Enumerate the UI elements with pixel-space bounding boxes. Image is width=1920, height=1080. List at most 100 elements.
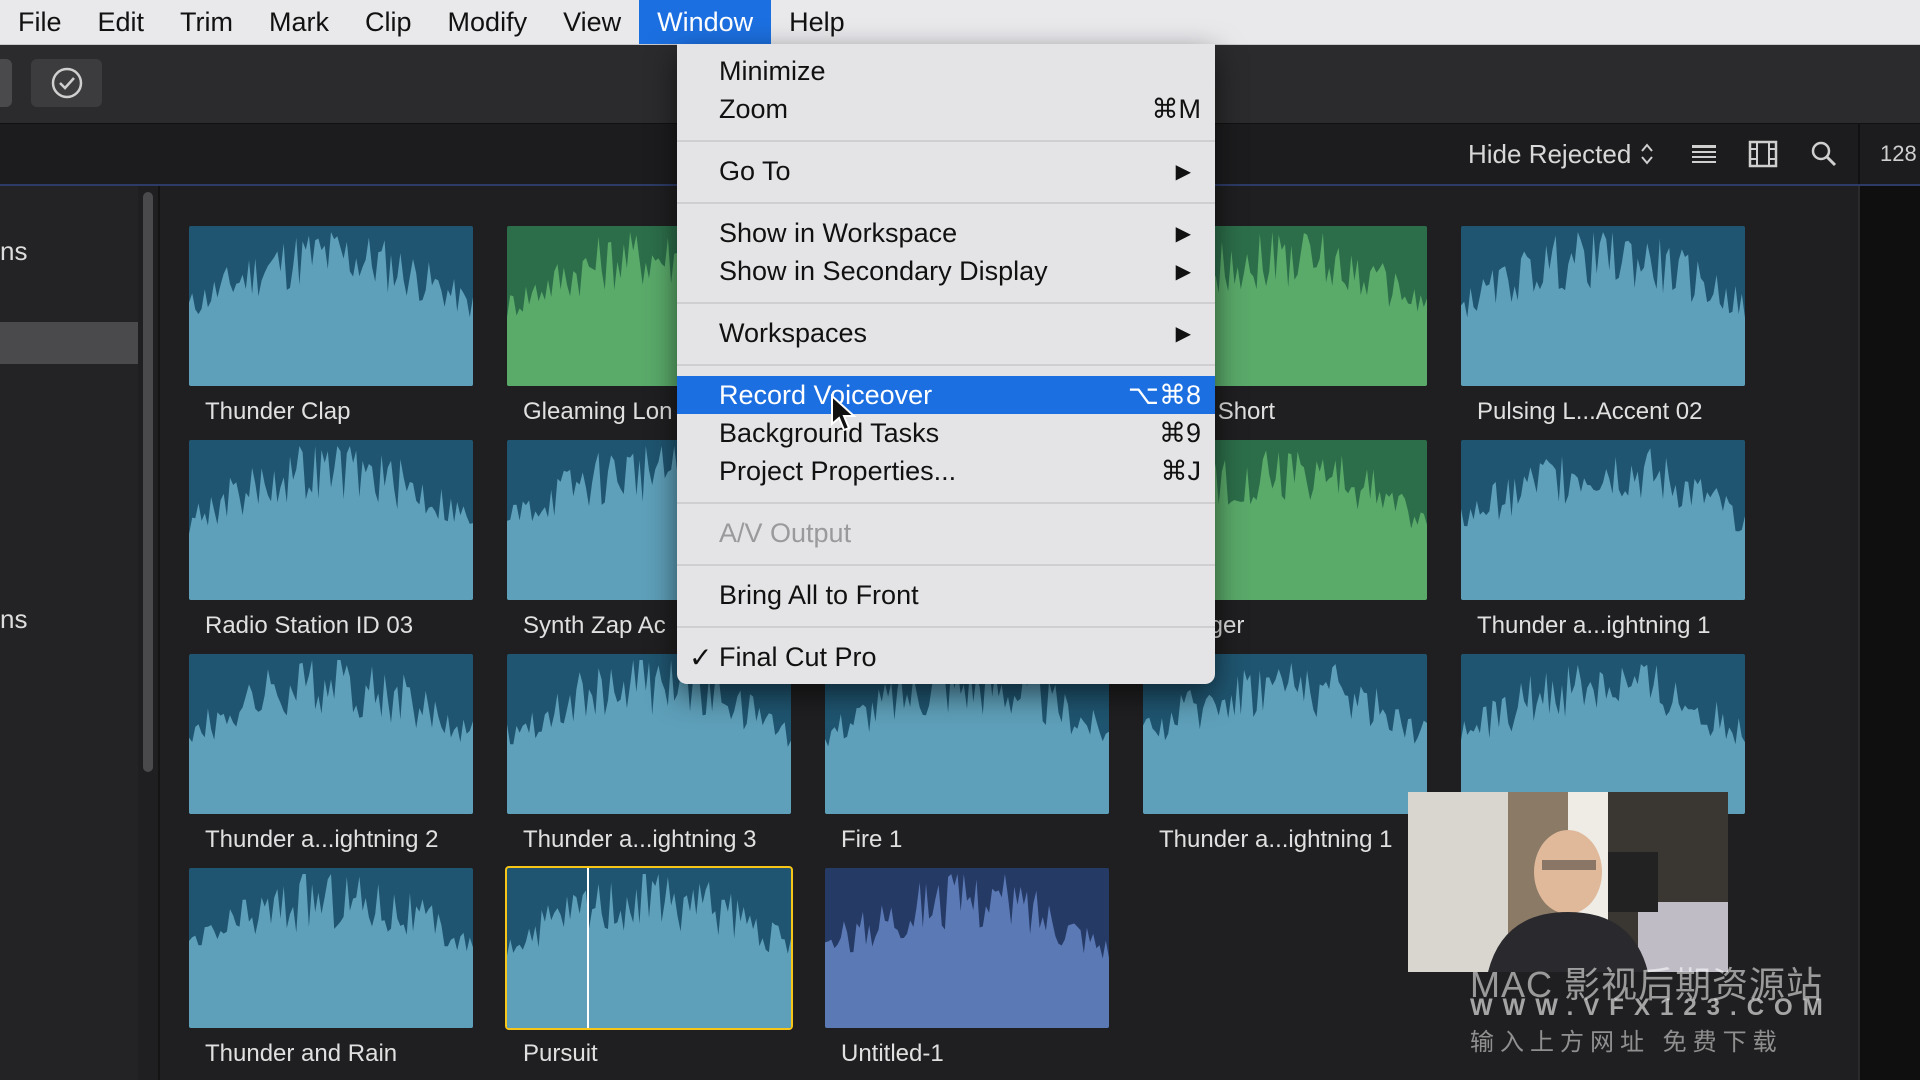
- shortcut-label: ⌥⌘8: [1127, 379, 1201, 410]
- menu-clip[interactable]: Clip: [347, 0, 430, 44]
- sidebar-scrollbar[interactable]: [143, 192, 153, 772]
- menu-file[interactable]: File: [0, 0, 80, 44]
- clip-label: Gleaming Lon: [523, 398, 673, 425]
- menu-separator: [677, 626, 1215, 628]
- clip-thumbnail[interactable]: [189, 868, 473, 1028]
- shortcut-label: ⌘J: [1160, 455, 1202, 486]
- clip-label: Thunder a...ightning 2: [205, 826, 439, 853]
- menu-item-minimize[interactable]: Minimize: [677, 52, 1215, 90]
- menu-trim[interactable]: Trim: [162, 0, 251, 44]
- watermark-subtitle: 输入上方网址 免费下载: [1470, 1029, 1783, 1056]
- menu-item-workspaces[interactable]: Workspaces ▶: [677, 314, 1215, 352]
- menu-modify[interactable]: Modify: [430, 0, 546, 44]
- clip-item[interactable]: Thunder and Rain: [189, 868, 473, 1067]
- library-sidebar: ns ns: [0, 186, 138, 1080]
- menu-item-project-properties[interactable]: Project Properties... ⌘J: [677, 452, 1215, 490]
- menu-item-zoom[interactable]: Zoom ⌘M: [677, 90, 1215, 128]
- sidebar-item-selected[interactable]: [0, 322, 138, 364]
- audio-waveform: [1461, 654, 1745, 814]
- audio-waveform: [189, 654, 473, 814]
- clip-thumbnail[interactable]: [505, 866, 793, 1030]
- audio-waveform: [189, 226, 473, 386]
- skimmer-playhead: [587, 868, 589, 1028]
- submenu-arrow-icon: ▶: [1175, 322, 1191, 345]
- sidebar-item-label[interactable]: ns: [0, 236, 27, 267]
- clip-label: Thunder a...ightning 1: [1477, 612, 1711, 639]
- menu-item-show-in-secondary-display[interactable]: Show in Secondary Display ▶: [677, 252, 1215, 290]
- audio-waveform: [189, 440, 473, 600]
- clip-label: Radio Station ID 03: [205, 612, 414, 639]
- audio-waveform: [1461, 440, 1745, 600]
- audio-waveform: [507, 868, 791, 1028]
- clip-label: Thunder a...ightning 1: [1159, 826, 1393, 853]
- menu-item-go-to[interactable]: Go To ▶: [677, 152, 1215, 190]
- clip-item[interactable]: Radio Station ID 03: [189, 440, 473, 639]
- clip-thumbnail[interactable]: [1461, 654, 1745, 814]
- mouse-cursor-icon: [831, 394, 857, 432]
- submenu-arrow-icon: ▶: [1175, 160, 1191, 183]
- filmstrip-view-icon[interactable]: [1745, 136, 1781, 172]
- menu-separator: [677, 502, 1215, 504]
- shortcut-label: ⌘M: [1151, 93, 1202, 124]
- menu-mark[interactable]: Mark: [251, 0, 347, 44]
- menu-edit[interactable]: Edit: [80, 0, 163, 44]
- clip-item[interactable]: [1461, 654, 1745, 814]
- checkmark-icon: ✓: [689, 641, 713, 673]
- clip-thumbnail[interactable]: [189, 654, 473, 814]
- menu-item-show-in-workspace[interactable]: Show in Workspace ▶: [677, 214, 1215, 252]
- menu-separator: [677, 302, 1215, 304]
- clip-label: Fire 1: [841, 826, 903, 853]
- menu-window[interactable]: Window: [639, 0, 772, 44]
- presenter-video-frame: [1408, 792, 1728, 972]
- window-menu-dropdown: Minimize Zoom ⌘M Go To ▶ Show in Workspa…: [677, 44, 1215, 684]
- submenu-arrow-icon: ▶: [1175, 222, 1191, 245]
- menu-separator: [677, 364, 1215, 366]
- search-icon[interactable]: [1806, 136, 1842, 172]
- clip-label: Pulsing L...Accent 02: [1477, 398, 1703, 425]
- sidebar-item-label[interactable]: ns: [0, 604, 27, 635]
- menu-separator: [677, 140, 1215, 142]
- clip-item[interactable]: Thunder Clap: [189, 226, 473, 425]
- menu-separator: [677, 202, 1215, 204]
- clip-item[interactable]: Thunder a...ightning 2: [189, 654, 473, 853]
- clip-thumbnail[interactable]: [189, 226, 473, 386]
- clip-label: Synth Zap Ac: [523, 612, 666, 639]
- up-down-chevron-icon: [1641, 143, 1654, 165]
- clip-label: Thunder Clap: [205, 398, 351, 425]
- menu-help[interactable]: Help: [771, 0, 863, 44]
- clip-item[interactable]: Untitled-1: [825, 868, 1109, 1067]
- submenu-arrow-icon: ▶: [1175, 260, 1191, 283]
- clip-item[interactable]: Pulsing L...Accent 02: [1461, 226, 1745, 425]
- clip-label: Thunder a...ightning 3: [523, 826, 757, 853]
- menu-view[interactable]: View: [545, 0, 639, 44]
- menu-item-av-output: A/V Output: [719, 517, 852, 548]
- clip-filter-label: Hide Rejected: [1468, 138, 1632, 169]
- clip-thumbnail[interactable]: [1461, 440, 1745, 600]
- menu-separator: [677, 564, 1215, 566]
- audio-waveform: [825, 868, 1109, 1028]
- clip-thumbnail[interactable]: [189, 440, 473, 600]
- menu-item-bring-all-to-front[interactable]: Bring All to Front: [677, 576, 1215, 614]
- menu-item-background-tasks[interactable]: Background Tasks ⌘9: [677, 414, 1215, 452]
- webcam-overlay: [1408, 792, 1728, 972]
- menu-bar: File Edit Trim Mark Clip Modify View Win…: [0, 0, 1920, 45]
- clip-filter-popup[interactable]: Hide Rejected: [1468, 124, 1655, 184]
- audio-waveform: [189, 868, 473, 1028]
- audio-waveform: [1461, 226, 1745, 386]
- clip-label: Thunder and Rain: [205, 1040, 398, 1067]
- zoom-count-label: 128: [1880, 141, 1917, 166]
- clip-thumbnail[interactable]: [1461, 226, 1745, 386]
- shortcut-label: ⌘9: [1158, 417, 1201, 448]
- clip-item-selected[interactable]: Pursuit: [505, 866, 793, 1067]
- menu-item-final-cut-pro[interactable]: ✓ Final Cut Pro: [677, 638, 1215, 676]
- clip-label: Untitled-1: [841, 1040, 944, 1067]
- background-tasks-button[interactable]: [31, 59, 102, 107]
- list-view-icon[interactable]: [1686, 136, 1722, 172]
- clip-thumbnail[interactable]: [825, 868, 1109, 1028]
- panel-divider: [158, 186, 160, 1080]
- clip-item[interactable]: Thunder a...ightning 1: [1461, 440, 1745, 639]
- menu-item-record-voiceover[interactable]: Record Voiceover ⌥⌘8: [677, 376, 1215, 414]
- watermark-url: WWW.VFX123.COM: [1470, 994, 1833, 1021]
- header-divider: [1858, 124, 1860, 184]
- toolbar-button-partial[interactable]: [0, 59, 12, 107]
